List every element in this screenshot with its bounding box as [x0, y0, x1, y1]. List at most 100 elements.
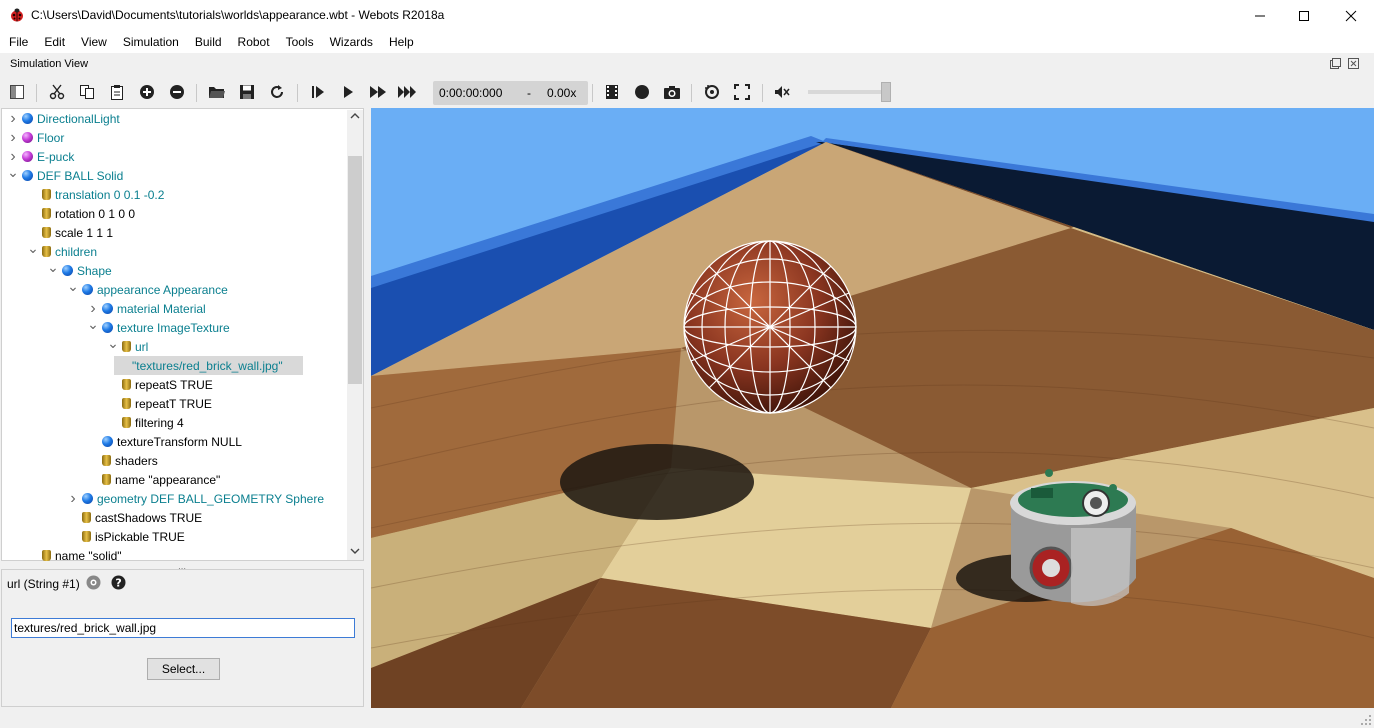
menu-robot[interactable]: Robot: [230, 31, 278, 53]
tree-row[interactable]: ⌄ appearance Appearance: [67, 278, 228, 299]
close-button[interactable]: [1328, 0, 1374, 31]
fullscreen-button[interactable]: [730, 80, 754, 104]
volume-slider-track[interactable]: [808, 90, 888, 94]
chevron-right-icon[interactable]: ›: [8, 148, 18, 165]
reload-world-button[interactable]: [265, 80, 289, 104]
panel-header: [0, 53, 1374, 76]
open-world-button[interactable]: [205, 80, 229, 104]
run-button[interactable]: [336, 80, 360, 104]
reload-icon: [271, 85, 283, 98]
tree-row[interactable]: › material Material: [88, 299, 205, 318]
menu-tools[interactable]: Tools: [278, 31, 322, 53]
tree-row[interactable]: shaders: [88, 451, 158, 470]
simulation-time: 0:00:00:000: [439, 86, 503, 100]
tree-row[interactable]: repeatS TRUE: [108, 375, 213, 394]
panel-title: Simulation View: [10, 58, 89, 70]
3d-scene-render[interactable]: [371, 108, 1374, 708]
tree-row-label: rotation 0 1 0 0: [55, 206, 136, 221]
toggle-scene-tree-button[interactable]: [5, 80, 29, 104]
select-file-button[interactable]: Select...: [147, 658, 220, 680]
window-title: C:\Users\David\Documents\tutorials\world…: [31, 8, 445, 22]
3d-view[interactable]: [371, 108, 1374, 708]
chevron-down-icon[interactable]: ⌄: [87, 316, 99, 332]
tree-row-label: url: [135, 339, 149, 354]
menu-edit[interactable]: Edit: [36, 31, 73, 53]
tree-row[interactable]: ⌄ DEF BALL Solid: [7, 164, 123, 185]
save-world-button[interactable]: [235, 80, 259, 104]
tree-row[interactable]: › Floor: [8, 128, 64, 147]
tree-row-label: geometry DEF BALL_GEOMETRY Sphere: [97, 491, 324, 506]
fastest-button[interactable]: [395, 80, 419, 104]
chevron-right-icon[interactable]: ›: [8, 110, 18, 127]
screenshot-button[interactable]: [660, 80, 684, 104]
scene-tree-scrollbar-thumb[interactable]: [348, 156, 362, 384]
speaker-muted-icon: [775, 86, 790, 98]
tree-row[interactable]: ⌄ children: [27, 240, 97, 261]
restore-viewpoint-icon: [705, 85, 719, 99]
help-icon[interactable]: ?: [111, 575, 126, 590]
copy-button[interactable]: [75, 80, 99, 104]
chevron-down-icon[interactable]: ⌄: [7, 164, 19, 180]
paste-button[interactable]: [105, 80, 129, 104]
tree-row[interactable]: scale 1 1 1: [28, 223, 113, 242]
fast-button[interactable]: [366, 80, 390, 104]
tree-row[interactable]: isPickable TRUE: [68, 527, 185, 546]
chevron-right-icon[interactable]: ›: [88, 300, 98, 317]
tree-row[interactable]: rotation 0 1 0 0: [28, 204, 135, 223]
chevron-down-icon[interactable]: ⌄: [107, 335, 119, 351]
tree-row[interactable]: translation 0 0.1 -0.2: [28, 185, 164, 204]
tree-row[interactable]: "textures/red_brick_wall.jpg": [114, 356, 303, 375]
scroll-down-icon[interactable]: [350, 547, 360, 555]
tree-row[interactable]: name "appearance": [88, 470, 220, 489]
cut-button[interactable]: [45, 80, 69, 104]
menu-wizards[interactable]: Wizards: [322, 31, 381, 53]
field-cylinder-icon: [42, 189, 51, 200]
delete-node-button[interactable]: [165, 80, 189, 104]
menu-help[interactable]: Help: [381, 31, 422, 53]
scroll-up-icon[interactable]: [350, 112, 360, 120]
blue-node-sphere-icon: [102, 436, 113, 447]
record-movie-button[interactable]: [600, 80, 624, 104]
tree-row[interactable]: › DirectionalLight: [8, 109, 119, 128]
url-value-input[interactable]: [11, 618, 355, 638]
chevron-right-icon[interactable]: ›: [68, 490, 78, 507]
wireframe-ball: [683, 240, 857, 414]
minimize-button[interactable]: [1237, 0, 1283, 31]
menu-simulation[interactable]: Simulation: [115, 31, 187, 53]
tree-row-label: repeatT TRUE: [135, 396, 212, 411]
tree-row[interactable]: repeatT TRUE: [108, 394, 212, 413]
tree-row[interactable]: ⌄ url: [107, 335, 149, 356]
close-panel-icon[interactable]: [1348, 58, 1359, 69]
resize-grip-icon[interactable]: [1360, 714, 1372, 726]
reset-default-icon[interactable]: [86, 575, 101, 590]
chevron-right-icon[interactable]: ›: [8, 129, 18, 146]
tree-row[interactable]: textureTransform NULL: [88, 432, 242, 451]
record-animation-button[interactable]: [630, 80, 654, 104]
chevron-down-icon[interactable]: ⌄: [67, 278, 79, 294]
chevron-down-icon[interactable]: ⌄: [27, 240, 39, 256]
tree-row[interactable]: › geometry DEF BALL_GEOMETRY Sphere: [68, 489, 324, 508]
volume-slider-thumb[interactable]: [881, 82, 891, 102]
purple-proto-sphere-icon: [22, 132, 33, 143]
menu-view[interactable]: View: [73, 31, 115, 53]
step-button[interactable]: [306, 80, 330, 104]
field-cylinder-icon: [42, 208, 51, 219]
tree-row[interactable]: castShadows TRUE: [68, 508, 202, 527]
add-node-button[interactable]: [135, 80, 159, 104]
tree-row-label: isPickable TRUE: [95, 529, 185, 544]
menu-file[interactable]: File: [1, 31, 36, 53]
restore-viewpoint-button[interactable]: [700, 80, 724, 104]
chevron-down-icon[interactable]: ⌄: [47, 259, 59, 275]
float-panel-icon[interactable]: [1330, 58, 1341, 69]
maximize-button[interactable]: [1281, 0, 1327, 31]
tree-row[interactable]: ⌄ Shape: [47, 259, 112, 280]
tree-row-label: Floor: [37, 130, 65, 145]
mute-button[interactable]: [770, 80, 794, 104]
panel-splitter[interactable]: ⋯: [0, 561, 365, 573]
tree-row[interactable]: filtering 4: [108, 413, 184, 432]
menu-build[interactable]: Build: [187, 31, 230, 53]
